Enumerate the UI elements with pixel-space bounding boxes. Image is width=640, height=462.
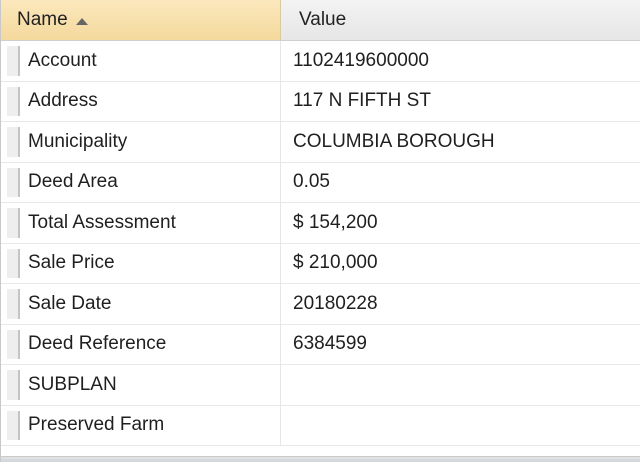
value-label: $ 154,200: [293, 211, 378, 233]
name-label: Preserved Farm: [28, 414, 165, 436]
value-label: 1102419600000: [293, 49, 429, 71]
value-cell: 0.05: [281, 163, 640, 203]
column-header-name[interactable]: Name: [1, 0, 281, 40]
row-handle[interactable]: [7, 329, 20, 359]
name-cell: Sale Date: [1, 284, 281, 324]
value-label: 20180228: [293, 292, 378, 314]
name-cell: Sale Price: [1, 243, 281, 283]
grid-body: Account 1102419600000 Address 117 N FIFT…: [1, 41, 640, 446]
value-cell: [281, 365, 640, 405]
value-cell: [281, 406, 640, 446]
value-label: COLUMBIA BOROUGH: [293, 130, 495, 152]
name-label: Account: [28, 49, 97, 71]
value-label: $ 210,000: [293, 252, 378, 274]
name-cell: Account: [1, 41, 281, 81]
value-label: 0.05: [293, 171, 330, 193]
value-cell: COLUMBIA BOROUGH: [281, 122, 640, 162]
table-row[interactable]: Preserved Farm: [1, 405, 640, 446]
table-row[interactable]: Deed Reference 6384599: [1, 324, 640, 365]
row-handle[interactable]: [7, 46, 20, 76]
row-handle[interactable]: [7, 370, 20, 400]
name-cell: Deed Reference: [1, 324, 281, 364]
horizontal-scrollbar[interactable]: [1, 456, 640, 462]
value-cell: $ 210,000: [281, 244, 640, 284]
row-handle[interactable]: [7, 167, 20, 197]
table-row[interactable]: Sale Price $ 210,000: [1, 243, 640, 284]
value-cell: 1102419600000: [281, 41, 640, 81]
name-cell: Municipality: [1, 122, 281, 162]
name-label: Address: [28, 90, 98, 112]
row-handle[interactable]: [7, 410, 20, 440]
row-handle[interactable]: [7, 248, 20, 278]
name-cell: Deed Area: [1, 162, 281, 202]
name-cell: Address: [1, 81, 281, 121]
row-handle[interactable]: [7, 289, 20, 319]
name-cell: Preserved Farm: [1, 405, 281, 445]
value-cell: 117 N FIFTH ST: [281, 82, 640, 122]
value-cell: 20180228: [281, 284, 640, 324]
name-cell: Total Assessment: [1, 203, 281, 243]
value-cell: 6384599: [281, 325, 640, 365]
table-row[interactable]: Sale Date 20180228: [1, 284, 640, 325]
attribute-grid: Name Value Account 1102419600000 Address…: [0, 0, 640, 462]
value-label: 6384599: [293, 333, 367, 355]
name-label: Municipality: [28, 130, 128, 152]
grid-header: Name Value: [1, 0, 640, 41]
name-label: Deed Area: [28, 171, 118, 193]
name-label: Sale Date: [28, 292, 112, 314]
row-handle[interactable]: [7, 208, 20, 238]
table-row[interactable]: Address 117 N FIFTH ST: [1, 81, 640, 122]
table-row[interactable]: Municipality COLUMBIA BOROUGH: [1, 122, 640, 163]
table-row[interactable]: Deed Area 0.05: [1, 162, 640, 203]
column-header-name-label: Name: [17, 9, 68, 30]
row-handle[interactable]: [7, 86, 20, 116]
name-cell: SUBPLAN: [1, 365, 281, 405]
name-label: SUBPLAN: [28, 373, 117, 395]
name-label: Sale Price: [28, 252, 115, 274]
table-row[interactable]: SUBPLAN: [1, 365, 640, 406]
column-header-value-label: Value: [299, 9, 347, 30]
table-row[interactable]: Total Assessment $ 154,200: [1, 203, 640, 244]
table-row[interactable]: Account 1102419600000: [1, 41, 640, 82]
value-label: 117 N FIFTH ST: [293, 90, 431, 112]
column-header-value[interactable]: Value: [281, 0, 640, 40]
sort-ascending-icon: [75, 17, 88, 25]
name-label: Deed Reference: [28, 333, 167, 355]
name-label: Total Assessment: [28, 211, 176, 233]
value-cell: $ 154,200: [281, 203, 640, 243]
row-handle[interactable]: [7, 127, 20, 157]
